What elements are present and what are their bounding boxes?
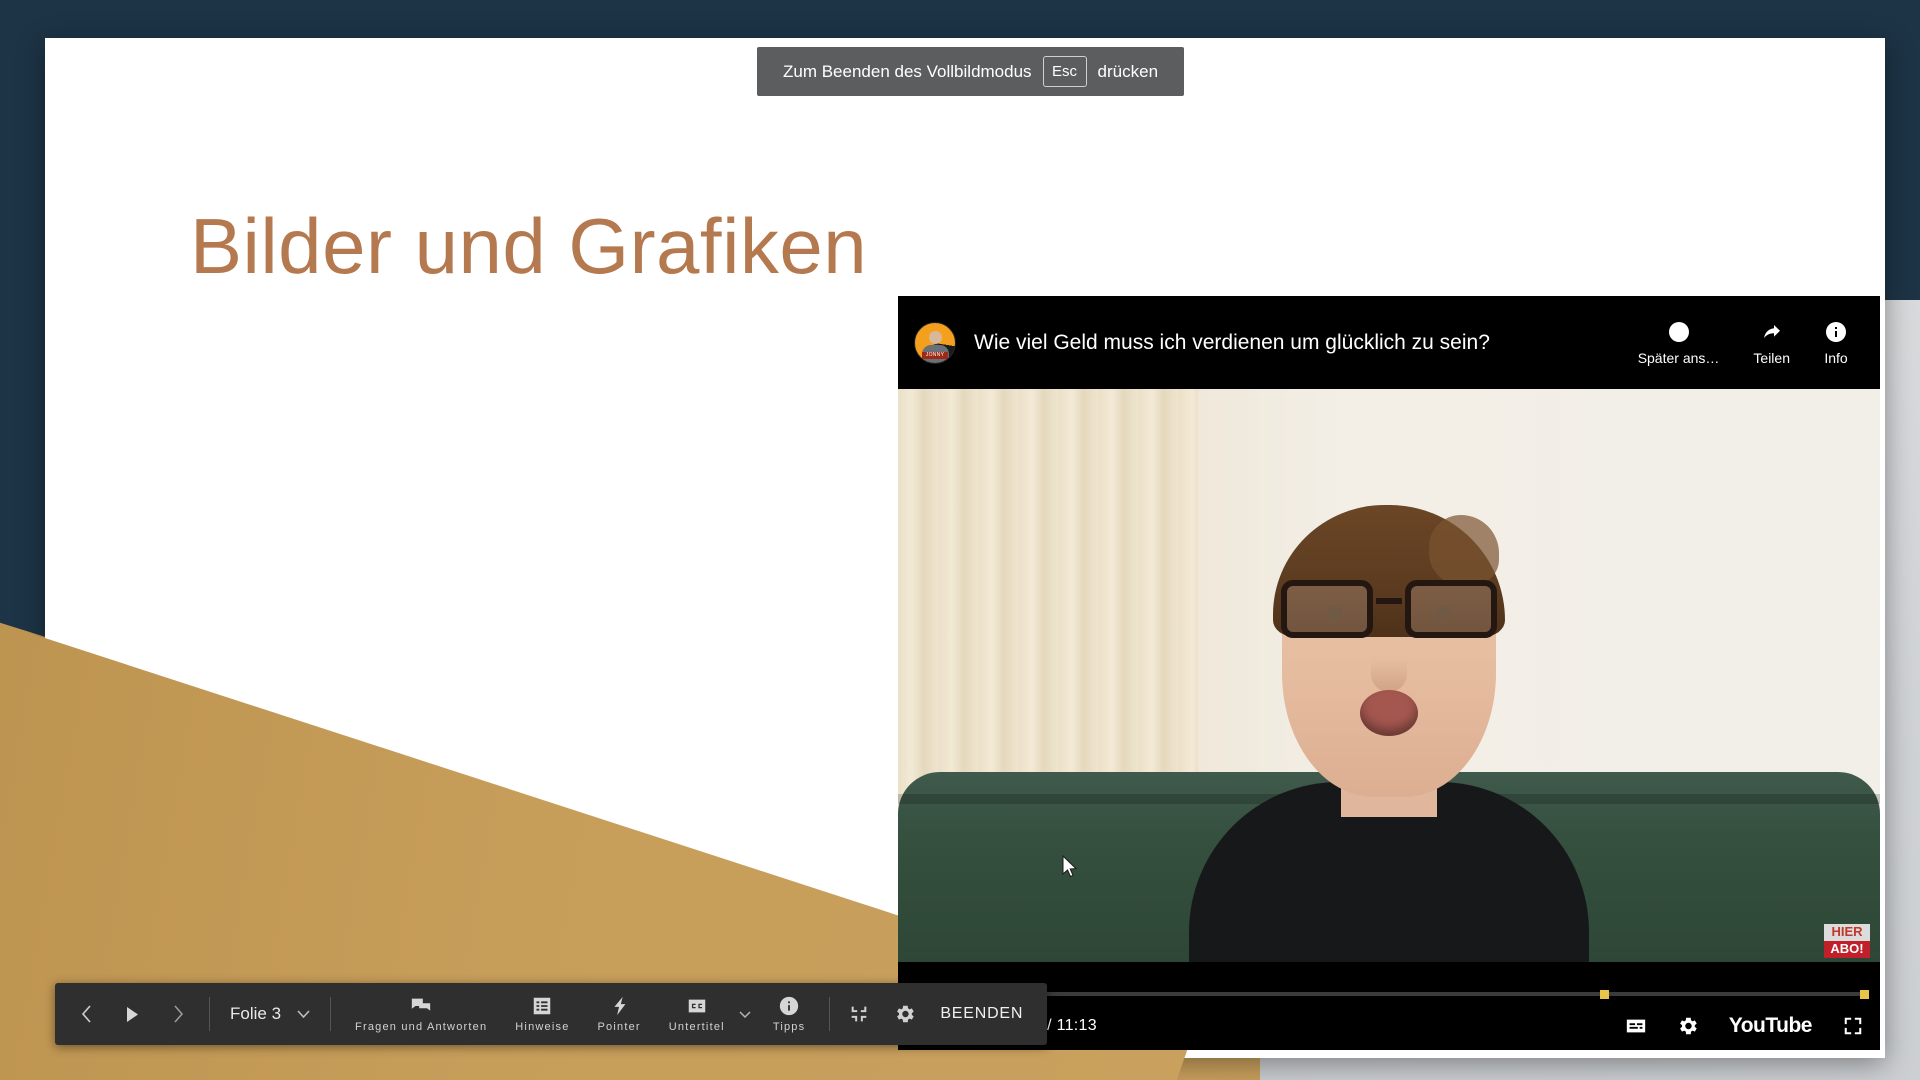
captions-cc-icon <box>688 999 706 1013</box>
glasses-lens-right <box>1405 580 1497 638</box>
presentation-toolbar: Folie 3 Fragen und Antworten Hinweise Po… <box>55 983 1048 1045</box>
toolbar-settings-gear-icon[interactable] <box>894 1003 916 1025</box>
chevron-left-icon <box>81 1005 91 1023</box>
toolbar-right-group: BEENDEN <box>830 983 1047 1045</box>
video-viewport[interactable]: HIER ABO! <box>898 389 1880 992</box>
channel-avatar[interactable]: JONNY TALKS <box>914 321 956 364</box>
settings-gear-icon[interactable] <box>1677 1015 1699 1037</box>
qa-bubbles-icon <box>411 998 431 1011</box>
watch-later-button[interactable]: Später ans… <box>1637 320 1720 366</box>
chapter-marker[interactable] <box>1860 990 1870 999</box>
info-button[interactable]: Info <box>1824 320 1848 366</box>
subject-mouth <box>1360 690 1418 736</box>
video-progress-bar[interactable] <box>910 990 1870 999</box>
avatar-head <box>929 331 942 345</box>
pointer-label: Pointer <box>597 1021 641 1033</box>
play-triangle-icon <box>126 1006 138 1022</box>
notes-button[interactable]: Hinweise <box>503 991 581 1037</box>
pointer-button[interactable]: Pointer <box>586 991 653 1037</box>
tips-button[interactable]: Tipps <box>761 991 818 1037</box>
subtitles-icon[interactable] <box>1625 1015 1647 1037</box>
subject-glasses <box>1281 578 1497 640</box>
watermark-line-1: HIER <box>1824 924 1870 942</box>
captions-button[interactable]: Untertitel <box>657 991 737 1037</box>
share-label: Teilen <box>1753 349 1790 366</box>
fullscreen-icon[interactable] <box>1842 1015 1864 1037</box>
captions-dropdown-button[interactable] <box>737 983 753 1045</box>
exit-fullscreen-icon[interactable] <box>848 1003 870 1025</box>
pointer-bolt-icon <box>614 996 626 1016</box>
youtube-controls-right: YouTube <box>1625 1014 1864 1038</box>
slide-selector-label: Folie 3 <box>230 1004 282 1023</box>
end-presentation-button[interactable]: BEENDEN <box>940 1005 1023 1023</box>
next-slide-button[interactable] <box>165 999 191 1029</box>
info-circle-icon <box>1826 321 1846 342</box>
avatar-tag: JONNY TALKS <box>922 351 948 359</box>
share-button[interactable]: Teilen <box>1753 320 1790 366</box>
watch-later-clock-icon <box>1668 321 1689 342</box>
esc-key-badge: Esc <box>1042 56 1087 87</box>
captions-label: Untertitel <box>668 1021 725 1033</box>
chevron-right-icon <box>173 1005 183 1023</box>
chevron-down-icon <box>297 1010 310 1018</box>
glasses-lens-left <box>1281 580 1373 638</box>
previous-slide-button[interactable] <box>73 999 99 1029</box>
slide-title: Bilder und Grafiken <box>190 202 868 290</box>
youtube-player-header: JONNY TALKS Wie viel Geld muss ich verdi… <box>898 296 1880 389</box>
subscribe-watermark[interactable]: HIER ABO! <box>1824 924 1870 958</box>
qa-label: Fragen und Antworten <box>355 1021 488 1033</box>
watermark-line-2: ABO! <box>1824 941 1870 958</box>
subject-nose <box>1371 638 1407 692</box>
screen-root: Bilder und Grafiken Zum Beenden des Voll… <box>0 0 1920 1080</box>
fullscreen-exit-banner: Zum Beenden des Vollbildmodus Esc drücke… <box>757 47 1185 96</box>
qa-button[interactable]: Fragen und Antworten <box>343 991 499 1037</box>
slide-selector[interactable]: Folie 3 <box>210 983 330 1045</box>
fullscreen-banner-suffix: drücken <box>1097 61 1159 81</box>
notes-label: Hinweise <box>515 1021 570 1033</box>
video-subject-person <box>1174 432 1604 992</box>
youtube-wordmark[interactable]: YouTube <box>1729 1014 1813 1038</box>
play-button[interactable] <box>119 999 145 1029</box>
toolbar-tools-group: Fragen und Antworten Hinweise Pointer Un… <box>331 983 829 1045</box>
chevron-down-icon <box>739 1010 751 1018</box>
info-label: Info <box>1824 349 1848 366</box>
watch-later-label: Später ans… <box>1637 349 1720 366</box>
slide-nav-group <box>55 983 209 1045</box>
tips-label: Tipps <box>772 1021 806 1033</box>
youtube-header-actions: Später ans… Teilen Info <box>1638 320 1848 366</box>
share-arrow-icon <box>1763 324 1780 338</box>
fullscreen-banner-prefix: Zum Beenden des Vollbildmodus <box>783 61 1032 81</box>
chapter-marker[interactable] <box>1599 990 1609 999</box>
notes-list-icon <box>534 997 551 1015</box>
video-title[interactable]: Wie viel Geld muss ich verdienen um glüc… <box>974 331 1638 355</box>
youtube-player[interactable]: JONNY TALKS Wie viel Geld muss ich verdi… <box>898 296 1880 1050</box>
tips-info-icon <box>779 996 799 1016</box>
